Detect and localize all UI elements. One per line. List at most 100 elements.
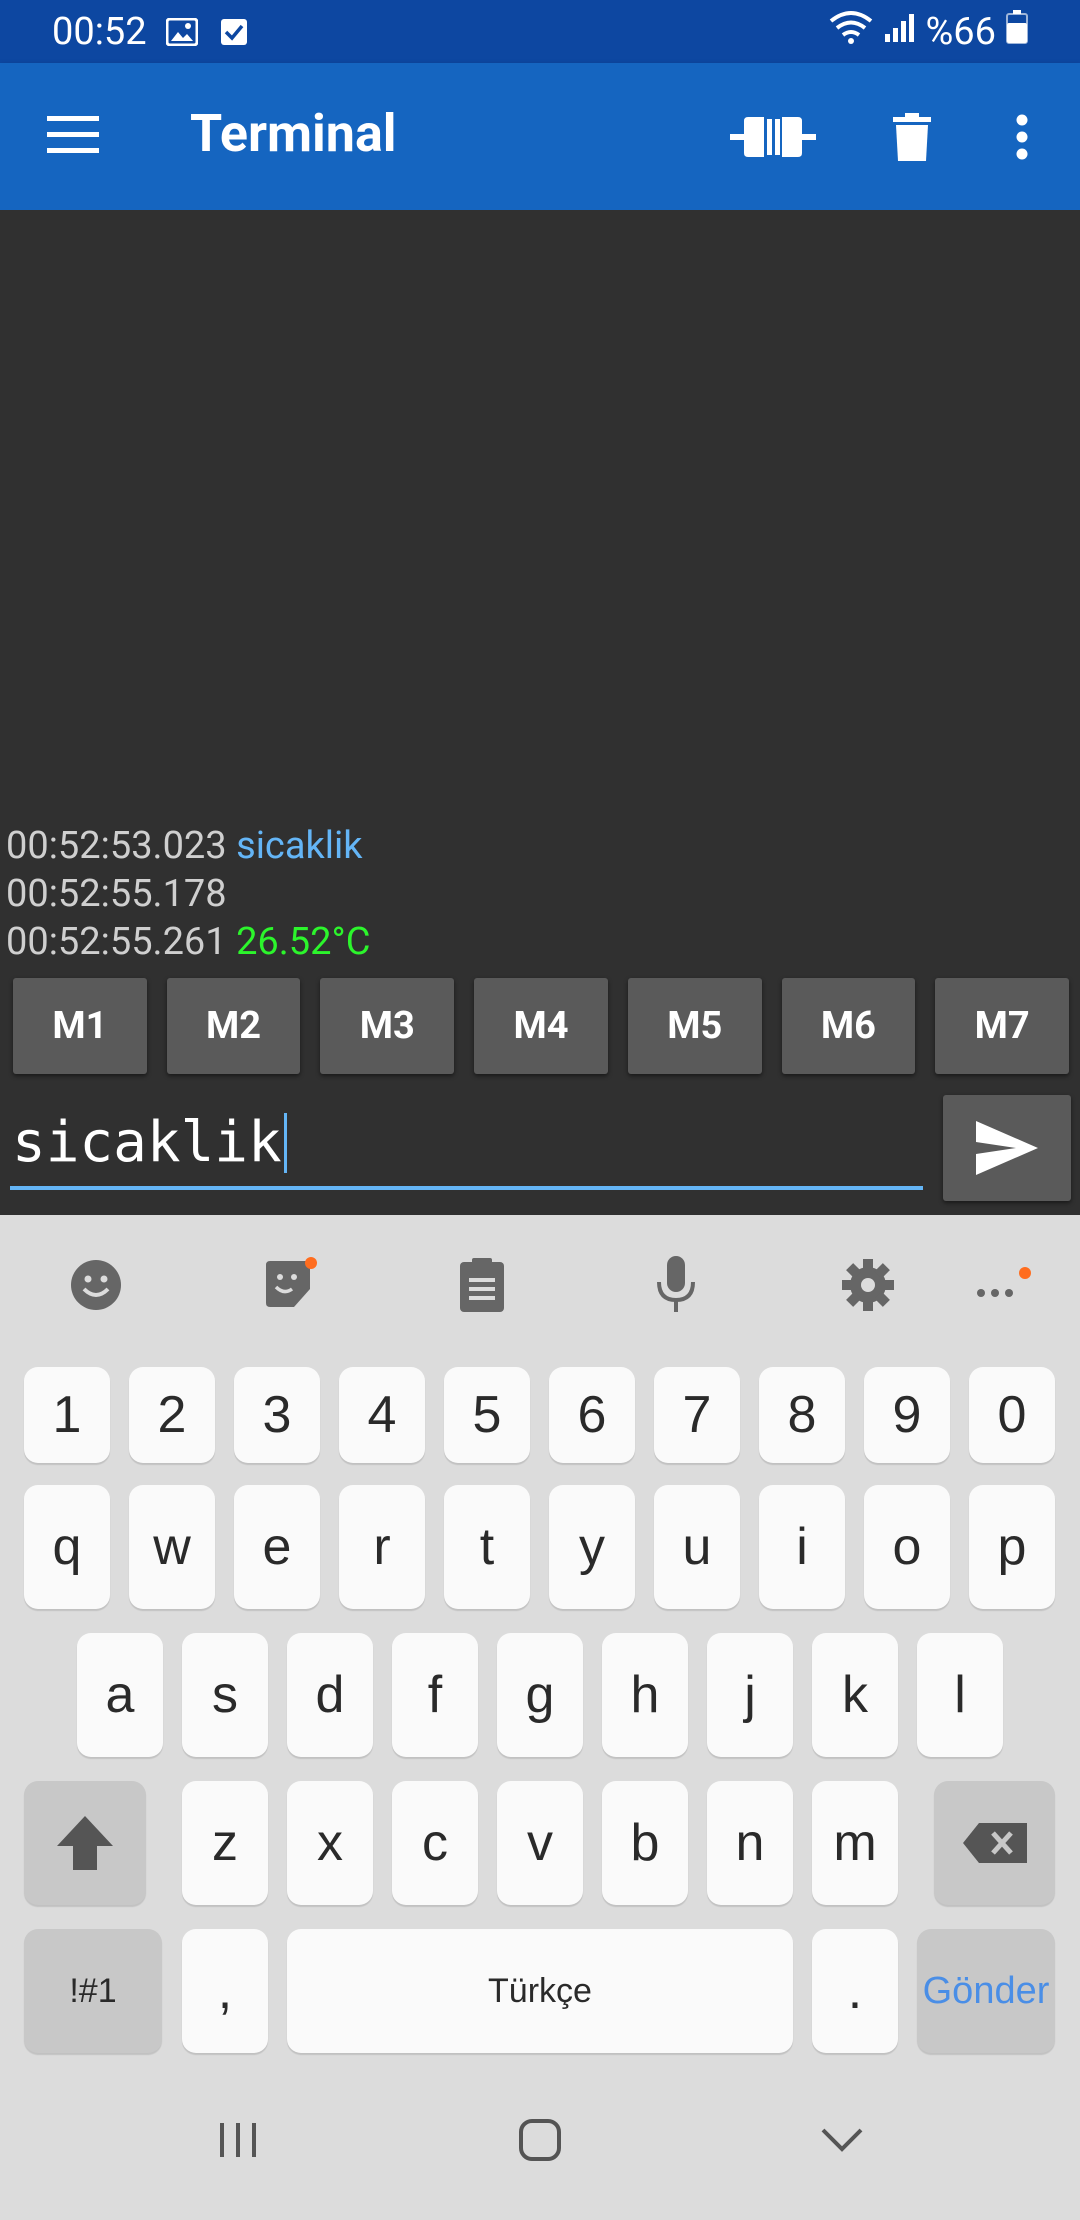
text-caret <box>283 1112 287 1173</box>
back-button[interactable] <box>802 2100 882 2180</box>
shift-arrow-icon <box>57 1816 113 1870</box>
home-icon <box>519 2119 561 2161</box>
menu-button[interactable] <box>38 105 108 165</box>
status-time: 00:52 <box>52 9 147 54</box>
clipboard-button[interactable] <box>442 1245 522 1325</box>
home-button[interactable] <box>500 2100 580 2180</box>
recents-button[interactable] <box>198 2100 278 2180</box>
voice-input-button[interactable] <box>636 1245 716 1325</box>
key-8[interactable]: 8 <box>759 1367 845 1463</box>
key-4[interactable]: 4 <box>339 1367 425 1463</box>
page-title: Terminal <box>190 103 397 164</box>
recents-icon <box>220 2123 256 2157</box>
log-line: 00:52:55.178 <box>6 870 370 918</box>
key-c[interactable]: c <box>392 1781 478 1905</box>
checkbox-notification-icon <box>217 17 251 47</box>
enter-key[interactable]: Gönder <box>917 1929 1055 2053</box>
key-9[interactable]: 9 <box>864 1367 950 1463</box>
keyboard-toolbar <box>0 1245 1080 1325</box>
macro-button-m5[interactable]: M5 <box>627 978 762 1074</box>
key-1[interactable]: 1 <box>24 1367 110 1463</box>
key-l[interactable]: l <box>917 1633 1003 1757</box>
key-y[interactable]: y <box>549 1485 635 1609</box>
key-m[interactable]: m <box>812 1781 898 1905</box>
key-3[interactable]: 3 <box>234 1367 320 1463</box>
plug-connect-icon <box>730 117 816 157</box>
macro-button-m6[interactable]: M6 <box>781 978 916 1074</box>
log-sent-text: sicaklik <box>236 824 363 868</box>
symbols-key[interactable]: !#1 <box>24 1929 162 2053</box>
key-t[interactable]: t <box>444 1485 530 1609</box>
key-x[interactable]: x <box>287 1781 373 1905</box>
gear-icon <box>842 1259 894 1311</box>
key-g[interactable]: g <box>497 1633 583 1757</box>
chevron-down-icon <box>821 2128 863 2152</box>
sticker-icon <box>266 1257 317 1307</box>
key-j[interactable]: j <box>707 1633 793 1757</box>
microphone-icon <box>657 1256 695 1312</box>
battery-icon <box>1006 9 1028 54</box>
status-left: 00:52 <box>52 10 251 54</box>
key-5[interactable]: 5 <box>444 1367 530 1463</box>
more-options-button[interactable] <box>1004 101 1040 173</box>
sticker-button[interactable] <box>250 1245 330 1325</box>
clear-button[interactable] <box>888 101 936 173</box>
status-bar: 00:52 %66 <box>0 0 1080 63</box>
key-h[interactable]: h <box>602 1633 688 1757</box>
backspace-key[interactable] <box>934 1781 1055 1905</box>
hamburger-icon <box>47 116 99 153</box>
key-s[interactable]: s <box>182 1633 268 1757</box>
macro-button-m1[interactable]: M1 <box>13 978 147 1074</box>
key-b[interactable]: b <box>602 1781 688 1905</box>
key-u[interactable]: u <box>654 1485 740 1609</box>
input-content: sicaklik <box>12 1110 287 1175</box>
key-o[interactable]: o <box>864 1485 950 1609</box>
comma-key[interactable]: , <box>182 1929 268 2053</box>
gallery-icon <box>165 17 199 47</box>
period-key[interactable]: . <box>812 1929 898 2053</box>
emoji-icon <box>71 1260 121 1310</box>
input-value: sicaklik <box>12 1110 282 1175</box>
macro-button-m2[interactable]: M2 <box>166 978 301 1074</box>
emoji-button[interactable] <box>56 1245 136 1325</box>
terminal-view[interactable]: 00:52:53.023 sicaklik 00:52:55.178 00:52… <box>0 210 1080 1215</box>
key-i[interactable]: i <box>759 1485 845 1609</box>
key-r[interactable]: r <box>339 1485 425 1609</box>
key-f[interactable]: f <box>392 1633 478 1757</box>
wifi-icon <box>829 9 873 55</box>
key-p[interactable]: p <box>969 1485 1055 1609</box>
key-0[interactable]: 0 <box>969 1367 1055 1463</box>
key-2[interactable]: 2 <box>129 1367 215 1463</box>
more-tools-button[interactable] <box>966 1245 1046 1325</box>
clipboard-icon <box>460 1258 504 1312</box>
key-w[interactable]: w <box>129 1485 215 1609</box>
key-6[interactable]: 6 <box>549 1367 635 1463</box>
key-e[interactable]: e <box>234 1485 320 1609</box>
key-k[interactable]: k <box>812 1633 898 1757</box>
battery-percent: %66 <box>925 9 996 54</box>
trash-icon <box>893 113 931 161</box>
terminal-log: 00:52:53.023 sicaklik 00:52:55.178 00:52… <box>6 822 370 966</box>
key-a[interactable]: a <box>77 1633 163 1757</box>
status-right: %66 <box>829 9 1028 55</box>
log-timestamp: 00:52:55.178 <box>6 872 227 916</box>
key-q[interactable]: q <box>24 1485 110 1609</box>
key-v[interactable]: v <box>497 1781 583 1905</box>
more-horiz-icon <box>977 1267 1031 1297</box>
key-n[interactable]: n <box>707 1781 793 1905</box>
send-button[interactable] <box>943 1095 1071 1201</box>
connect-button[interactable] <box>730 101 816 173</box>
macro-button-m3[interactable]: M3 <box>320 978 455 1074</box>
shift-key[interactable] <box>24 1781 146 1905</box>
send-icon <box>976 1121 1038 1175</box>
keyboard-settings-button[interactable] <box>828 1245 908 1325</box>
space-key[interactable]: Türkçe <box>287 1929 793 2053</box>
macro-button-m4[interactable]: M4 <box>474 978 608 1074</box>
log-timestamp: 00:52:53.023 <box>6 824 227 868</box>
send-text-input[interactable]: sicaklik <box>10 1100 923 1190</box>
key-d[interactable]: d <box>287 1633 373 1757</box>
macro-button-m7[interactable]: M7 <box>935 978 1070 1074</box>
key-7[interactable]: 7 <box>654 1367 740 1463</box>
key-z[interactable]: z <box>182 1781 268 1905</box>
log-received-text: 26.52°C <box>236 920 371 964</box>
